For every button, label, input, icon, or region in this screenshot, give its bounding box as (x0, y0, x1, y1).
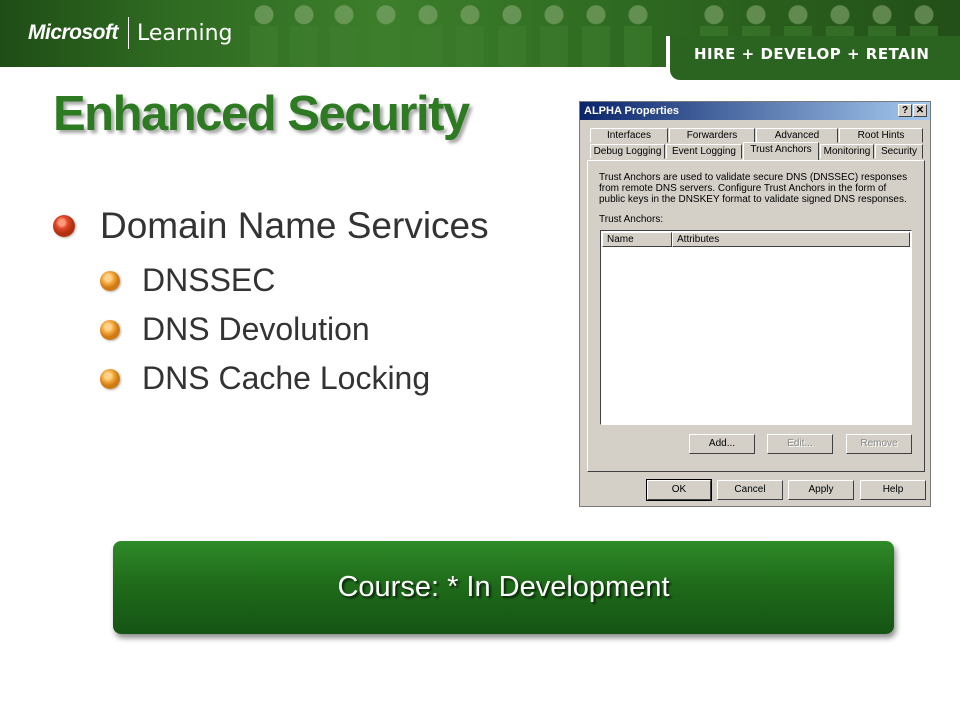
help-icon[interactable]: ? (898, 104, 912, 117)
tab-monitoring[interactable]: Monitoring (820, 144, 874, 159)
tab-interfaces[interactable]: Interfaces (590, 128, 668, 143)
course-banner: Course: * In Development (113, 541, 894, 634)
slide-title: Enhanced Security (53, 87, 470, 141)
cancel-button[interactable]: Cancel (717, 480, 783, 500)
apply-button[interactable]: Apply (788, 480, 854, 500)
remove-button[interactable]: Remove (846, 434, 912, 454)
bullet-dns-cache-locking: DNS Cache Locking (100, 360, 430, 397)
bullet-icon (53, 215, 75, 237)
bullet-text: DNSSEC (142, 262, 276, 298)
logo-product: Learning (137, 20, 233, 46)
trust-anchors-list[interactable]: Name Attributes (600, 230, 912, 425)
bullet-dns-devolution: DNS Devolution (100, 311, 370, 348)
help-button[interactable]: Help (860, 480, 926, 500)
bullet-domain-name-services: Domain Name Services (53, 205, 489, 247)
tab-forwarders[interactable]: Forwarders (669, 128, 755, 143)
bullet-icon (100, 270, 120, 291)
tab-root-hints[interactable]: Root Hints (839, 128, 923, 143)
dialog-title: ALPHA Properties (584, 105, 679, 117)
bullet-text: Domain Name Services (100, 205, 489, 246)
bullet-dnssec: DNSSEC (100, 262, 275, 299)
tab-event-logging[interactable]: Event Logging (666, 144, 742, 159)
edit-button[interactable]: Edit... (767, 434, 833, 454)
microsoft-learning-logo: Microsoft Learning (28, 16, 233, 50)
trust-anchors-list-label: Trust Anchors: (599, 214, 664, 225)
column-header-name[interactable]: Name (602, 232, 672, 247)
bullet-text: DNS Devolution (142, 311, 370, 347)
tab-advanced[interactable]: Advanced (756, 128, 838, 143)
column-header-attributes[interactable]: Attributes (672, 232, 910, 247)
dialog-title-bar: ALPHA Properties ? ✕ (580, 102, 930, 120)
logo-brand: Microsoft (28, 21, 119, 44)
ok-button[interactable]: OK (646, 479, 712, 501)
bullet-icon (100, 319, 120, 340)
logo-divider (128, 17, 129, 49)
close-icon[interactable]: ✕ (913, 104, 927, 117)
trust-anchors-description: Trust Anchors are used to validate secur… (599, 172, 908, 205)
tab-debug-logging[interactable]: Debug Logging (590, 144, 665, 159)
tagline: HIRE + DEVELOP + RETAIN (694, 45, 930, 63)
bullet-text: DNS Cache Locking (142, 360, 431, 396)
alpha-properties-dialog: ALPHA Properties ? ✕ Interfaces Forwarde… (579, 101, 931, 507)
tab-security[interactable]: Security (875, 144, 923, 159)
bullet-icon (100, 368, 120, 389)
add-button[interactable]: Add... (689, 434, 755, 454)
tagline-box: HIRE + DEVELOP + RETAIN (666, 36, 960, 84)
course-text: Course: * In Development (337, 571, 670, 603)
tab-trust-anchors[interactable]: Trust Anchors (743, 142, 819, 160)
